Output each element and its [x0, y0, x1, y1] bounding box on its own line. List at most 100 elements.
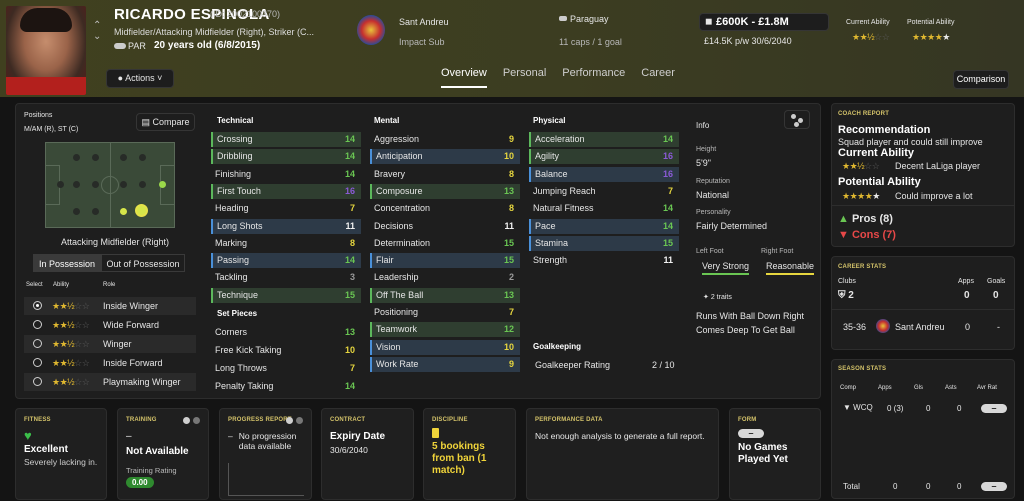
chevron-down-icon[interactable]: ⌄ [93, 32, 101, 42]
attribute-row-penalty-taking[interactable]: Penalty Taking 14 [211, 379, 361, 394]
pros[interactable]: ▲ Pros (8) [838, 213, 893, 225]
actions-button[interactable]: ● Actions ˅ [106, 69, 174, 88]
attribute-row-corners[interactable]: Corners 13 [211, 325, 361, 340]
attribute-name: Heading [215, 203, 249, 214]
compare-icon: ▤ [141, 117, 150, 127]
attribute-value: 7 [349, 203, 355, 214]
radio-button[interactable] [33, 301, 42, 310]
progress-report-card[interactable]: PROGRESS REPORT – No progression data ava… [219, 408, 312, 500]
attribute-row-vision[interactable]: Vision 10 [370, 339, 520, 355]
attribute-row-anticipation[interactable]: Anticipation 10 [370, 149, 520, 165]
attribute-row-heading[interactable]: Heading 7 [211, 201, 361, 216]
role-row[interactable]: ★★½☆☆ Inside Winger [24, 297, 196, 315]
attribute-row-work-rate[interactable]: Work Rate 9 [370, 356, 520, 372]
discipline-card[interactable]: DISCIPLINE 5 bookings from ban (1 match) [423, 408, 516, 500]
role-row[interactable]: ★★½☆☆ Playmaking Winger [24, 373, 196, 391]
attribute-name: Technique [217, 289, 259, 300]
radio-button[interactable] [33, 358, 42, 367]
contract-title: CONTRACT [330, 417, 366, 423]
current-ability-label: Current Ability [846, 19, 890, 26]
attribute-row-bravery[interactable]: Bravery 8 [370, 167, 520, 182]
nation-name[interactable]: Paraguay [570, 14, 609, 24]
role-row[interactable]: ★★½☆☆ Inside Forward [24, 354, 196, 372]
traits-count[interactable]: ✦ 2 traits [703, 293, 732, 301]
attribute-row-positioning[interactable]: Positioning 7 [370, 305, 520, 320]
attribute-name: Jumping Reach [533, 185, 596, 196]
attribute-row-acceleration[interactable]: Acceleration 14 [529, 132, 679, 147]
attribute-value: 13 [344, 327, 355, 337]
attribute-name: First Touch [217, 185, 261, 196]
selected-position-marker[interactable] [135, 204, 148, 217]
attribute-row-first-touch[interactable]: First Touch 16 [211, 183, 361, 199]
tab-overview[interactable]: Overview [441, 67, 487, 88]
form-card[interactable]: FORM – No Games Played Yet [729, 408, 821, 500]
career-stats-title: CAREER STATS [838, 264, 887, 270]
attribute-row-decisions[interactable]: Decisions 11 [370, 219, 520, 234]
tab-personal[interactable]: Personal [503, 67, 546, 79]
in-possession-toggle[interactable]: In Possession [33, 254, 101, 272]
attribute-row-strength[interactable]: Strength 11 [529, 253, 679, 268]
attribute-name: Teamwork [376, 324, 418, 335]
radio-button[interactable] [33, 320, 42, 329]
value-box: ◼ £600K - £1.8M [699, 13, 829, 31]
attribute-value: 8 [349, 237, 355, 248]
comparison-button[interactable]: Comparison [953, 70, 1009, 89]
attribute-row-finishing[interactable]: Finishing 14 [211, 167, 361, 182]
attribute-row-leadership[interactable]: Leadership 2 [370, 270, 520, 285]
goals-label: Goals [987, 278, 1006, 285]
tab-performance[interactable]: Performance [562, 67, 625, 79]
attribute-value: 10 [344, 345, 355, 355]
positions-value: M/AM (R), ST (C) [24, 126, 79, 133]
fitness-card[interactable]: FITNESS ♥ Excellent Severely lacking in.… [15, 408, 107, 500]
contract-card[interactable]: CONTRACT Expiry Date 30/6/2040 [321, 408, 414, 500]
attribute-name: Determination [374, 237, 431, 248]
role-row[interactable]: ★★½☆☆ Wide Forward [24, 316, 196, 334]
attribute-row-agility[interactable]: Agility 16 [529, 149, 679, 165]
comp-row[interactable]: ▼ WCQ [843, 403, 873, 412]
radio-button[interactable] [33, 377, 42, 386]
attribute-row-tackling[interactable]: Tackling 3 [211, 270, 361, 285]
attribute-row-determination[interactable]: Determination 15 [370, 236, 520, 251]
attribute-row-flair[interactable]: Flair 15 [370, 253, 520, 269]
attribute-row-crossing[interactable]: Crossing 14 [211, 132, 361, 147]
attribute-name: Penalty Taking [215, 381, 274, 391]
role-stars: ★★½☆☆ [52, 301, 90, 311]
attribute-row-passing[interactable]: Passing 14 [211, 253, 361, 269]
attribute-row-balance[interactable]: Balance 16 [529, 166, 679, 182]
attribute-row-jumping-reach[interactable]: Jumping Reach 7 [529, 184, 679, 199]
fitness-sub: Severely lacking in... [24, 457, 98, 467]
attribute-row-marking[interactable]: Marking 8 [211, 236, 361, 251]
role-row[interactable]: ★★½☆☆ Winger [24, 335, 196, 353]
cons[interactable]: ▼ Cons (7) [838, 229, 896, 241]
attribute-row-concentration[interactable]: Concentration 8 [370, 201, 520, 216]
attribute-row-teamwork[interactable]: Teamwork 12 [370, 322, 520, 338]
radio-button[interactable] [33, 339, 42, 348]
chevron-up-icon[interactable]: ⌃ [93, 21, 101, 31]
career-club-name[interactable]: Sant Andreu [895, 322, 945, 332]
attribute-value: 10 [503, 151, 514, 162]
attribute-row-off-the-ball[interactable]: Off The Ball 13 [370, 287, 520, 303]
attribute-row-pace[interactable]: Pace 14 [529, 218, 679, 234]
attribute-row-stamina[interactable]: Stamina 15 [529, 235, 679, 251]
left-foot-label: Left Foot [696, 248, 724, 255]
info-options-button[interactable] [784, 110, 810, 129]
player-positions: Midfielder/Attacking Midfielder (Right),… [114, 27, 315, 37]
attribute-row-long-shots[interactable]: Long Shots 11 [211, 218, 361, 234]
out-of-possession-toggle[interactable]: Out of Possession [101, 254, 185, 272]
compare-button[interactable]: ▤ Compare [136, 113, 195, 131]
trophy-icon: ▼ [843, 403, 851, 412]
tab-career[interactable]: Career [641, 67, 675, 79]
attribute-row-technique[interactable]: Technique 15 [211, 287, 361, 303]
attribute-row-composure[interactable]: Composure 13 [370, 183, 520, 199]
attribute-row-natural-fitness[interactable]: Natural Fitness 14 [529, 201, 679, 216]
attribute-row-dribbling[interactable]: Dribbling 14 [211, 149, 361, 165]
training-card[interactable]: TRAINING – Not Available Training Rating… [117, 408, 209, 500]
attribute-row-free-kick-taking[interactable]: Free Kick Taking 10 [211, 343, 361, 358]
goalkeeper-rating-label: Goalkeeper Rating [535, 360, 611, 370]
attribute-row-aggression[interactable]: Aggression 9 [370, 132, 520, 147]
performance-data-card[interactable]: PERFORMANCE DATA Not enough analysis to … [526, 408, 719, 500]
attribute-row-long-throws[interactable]: Long Throws 7 [211, 361, 361, 376]
asts-col: Asts [945, 385, 957, 391]
shield-icon: ⛨ [838, 290, 846, 301]
club-name[interactable]: Sant Andreu [399, 17, 449, 27]
